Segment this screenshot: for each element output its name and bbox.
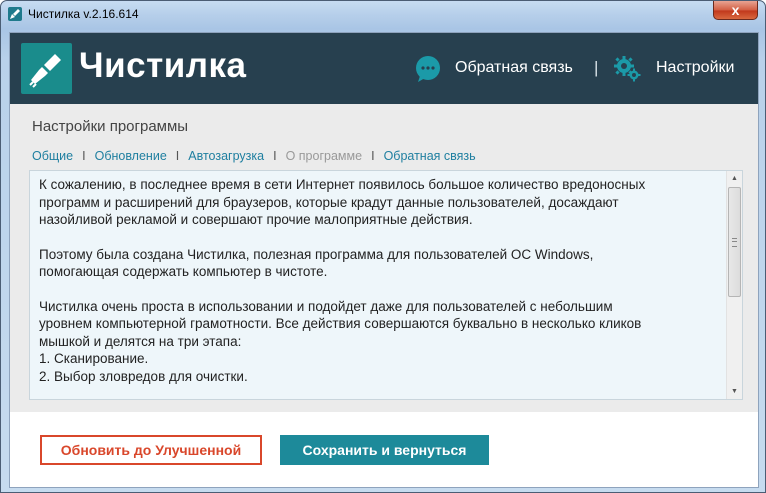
scroll-up-arrow-icon[interactable]: ▲ — [727, 171, 742, 186]
tab-separator: I — [175, 149, 180, 163]
about-text: К сожалению, в последнее время в сети Ин… — [39, 176, 729, 399]
scroll-down-arrow-icon[interactable]: ▼ — [727, 384, 742, 399]
settings-panel: Настройки программы Общие I Обновление I Авт… — [10, 104, 758, 412]
tab-general[interactable]: Общие — [32, 149, 73, 163]
app-logo-text: Чистилка — [79, 46, 247, 85]
app-icon — [8, 7, 22, 21]
broom-icon — [21, 43, 72, 94]
about-text-area[interactable]: К сожалению, в последнее время в сети Ин… — [29, 170, 743, 400]
settings-tabs: Общие I Обновление I Автозагрузка I О программ… — [32, 147, 476, 163]
tab-separator: I — [371, 149, 375, 163]
header-settings-link[interactable]: Настройки — [656, 59, 734, 77]
text-line: программ и расширений для браузеров, кот… — [39, 194, 619, 210]
text-line: назойливой рекламой и совершают прочие м… — [39, 212, 473, 227]
window-title: Чистилка v.2.16.614 — [28, 7, 139, 21]
text-line: 1. Сканирование. — [39, 351, 149, 366]
client-area: Чистилка Обратная связь | Настройки Наст… — [9, 32, 759, 488]
text-line: уровнем компьютерной грамотности. Все де… — [39, 316, 642, 331]
tab-feedback[interactable]: Обратная связь — [384, 149, 476, 163]
header-separator: | — [594, 58, 599, 77]
window-frame: Чистилка v.2.16.614 x Чистилка Обратная … — [0, 0, 766, 493]
scrollbar-grip-icon — [732, 238, 737, 247]
tab-separator: I — [273, 149, 277, 163]
text-line: 2. Выбор зловредов для очистки. — [39, 368, 248, 384]
about-paragraph: К сожалению, в последнее время в сети Ин… — [39, 176, 729, 229]
about-paragraph: Поэтому была создана Чистилка, полезная … — [39, 246, 729, 281]
tab-separator: I — [82, 149, 86, 163]
tab-update[interactable]: Обновление — [95, 149, 167, 163]
text-line: помогающая содержать компьютер в чистоте… — [39, 264, 328, 279]
about-paragraph: Чистилка очень проста в использовании и … — [39, 298, 729, 386]
text-line: К сожалению, в последнее время в сети Ин… — [39, 177, 646, 192]
save-and-return-button[interactable]: Сохранить и вернуться — [280, 435, 489, 465]
window-close-button[interactable]: x — [713, 1, 758, 20]
gear-icon[interactable] — [613, 54, 641, 82]
text-line: мышкой и делятся на три этапа: — [39, 333, 242, 349]
title-bar[interactable]: Чистилка v.2.16.614 x — [1, 1, 766, 27]
page-title: Настройки программы — [32, 118, 189, 135]
chat-bubble-icon[interactable] — [414, 55, 442, 83]
scrollbar-thumb[interactable] — [728, 187, 741, 297]
app-header: Чистилка Обратная связь | Настройки — [10, 33, 758, 104]
header-feedback-link[interactable]: Обратная связь — [455, 59, 573, 77]
tab-about: О программе — [285, 149, 363, 163]
text-line: Поэтому была создана Чистилка, полезная … — [39, 246, 594, 262]
text-line: Чистилка очень проста в использовании и … — [39, 298, 613, 314]
vertical-scrollbar[interactable]: ▲ ▼ — [726, 171, 742, 399]
tab-autostart[interactable]: Автозагрузка — [188, 149, 264, 163]
upgrade-button[interactable]: Обновить до Улучшенной — [40, 435, 262, 465]
